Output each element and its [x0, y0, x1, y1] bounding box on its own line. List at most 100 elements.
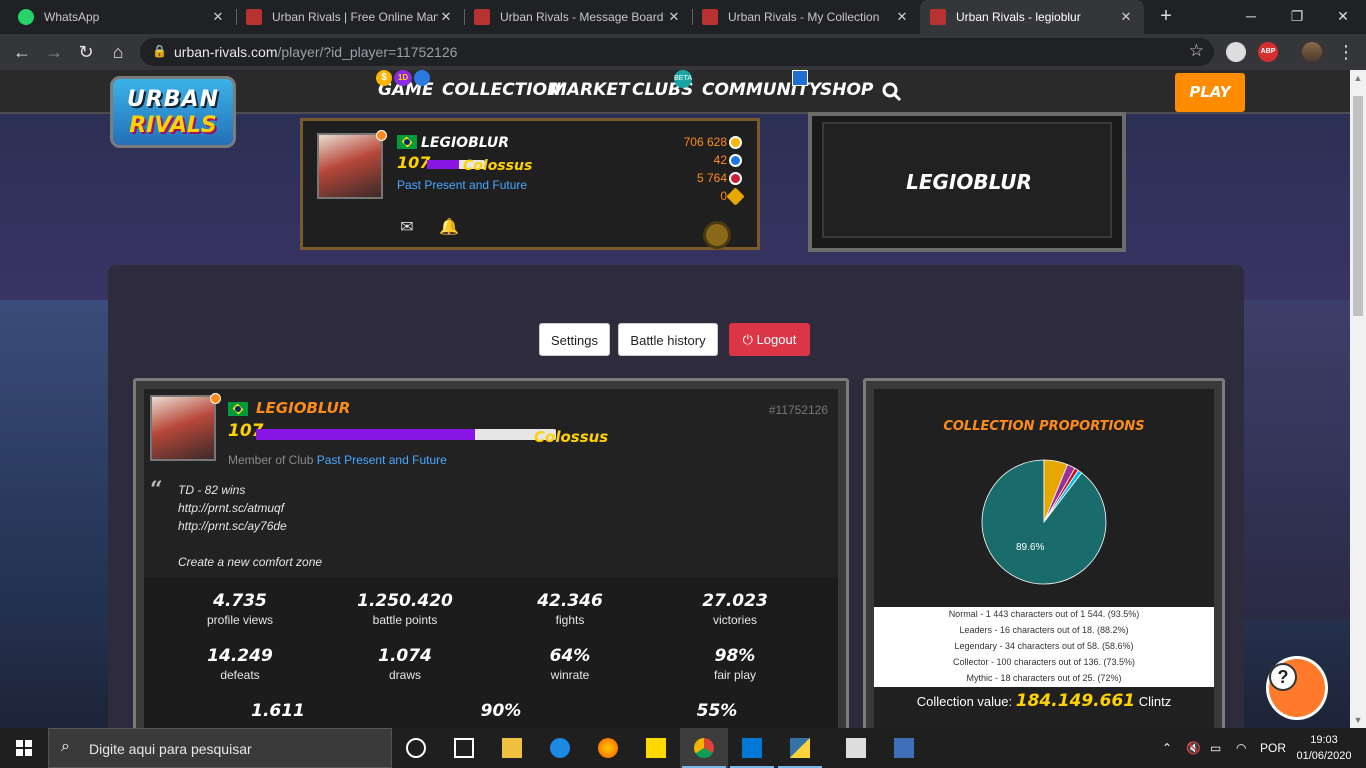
home-button[interactable]: ⌂	[106, 40, 130, 64]
help-assistant-button[interactable]: ?	[1266, 656, 1328, 720]
clock-time: 19:03	[1310, 734, 1338, 746]
reload-button[interactable]: ↻	[74, 40, 98, 64]
tab-title: Urban Rivals - legioblur	[956, 10, 1081, 24]
taskbar-search-box[interactable]: ⌕ Digite aqui para pesquisar	[48, 728, 392, 768]
banner-player-name: LEGIOBLUR	[906, 170, 1032, 194]
file-explorer-icon[interactable]	[488, 728, 536, 768]
page-viewport: GAME COLLECTION MARKET CLUBS COMMUNITY S…	[0, 70, 1350, 728]
battle-history-button[interactable]: Battle history	[618, 323, 718, 356]
address-bar[interactable]: 🔒 urban-rivals.com/player/?id_player=117…	[140, 38, 1214, 66]
clock-date: 01/06/2020	[1296, 750, 1352, 762]
decorative-gear	[703, 221, 731, 249]
scroll-thumb[interactable]	[1353, 96, 1363, 316]
wifi-icon[interactable]: ◠	[1236, 728, 1246, 768]
forward-button[interactable]: →	[42, 40, 66, 64]
vscode-icon[interactable]	[728, 728, 776, 768]
tab-title: Urban Rivals - My Collection	[728, 10, 880, 24]
urban-rivals-logo[interactable]: URBAN RIVALS	[110, 76, 236, 148]
calculator-icon[interactable]	[832, 728, 880, 768]
close-tab-icon[interactable]: ✕	[666, 9, 682, 25]
urban-rivals-favicon	[702, 9, 718, 25]
profile-level-bar	[256, 429, 556, 440]
tokens-amount: 5 764	[696, 171, 727, 185]
remote-desktop-icon[interactable]	[880, 728, 928, 768]
bar-label: Leaders - 16 characters out of 18. (88.2…	[959, 625, 1129, 635]
play-button[interactable]: PLAY	[1175, 73, 1245, 112]
stat-extra-2: 90%	[480, 701, 522, 721]
close-tab-icon[interactable]: ✕	[210, 9, 226, 25]
player-summary-card: LEGIOBLUR 107 Colossus Past Present and …	[300, 118, 760, 250]
profile-name: LEGIOBLUR	[256, 399, 351, 417]
new-tab-button[interactable]: +	[1154, 5, 1178, 29]
tab-title: Urban Rivals | Free Online Man	[272, 10, 438, 24]
settings-button[interactable]: Settings	[539, 323, 610, 356]
bar-label: Normal - 1 443 characters out of 1 544. …	[948, 609, 1140, 619]
close-window-button[interactable]: ✕	[1320, 0, 1366, 34]
level-progress-fill	[427, 160, 459, 169]
player-club-link[interactable]: Past Present and Future	[397, 178, 527, 192]
tab-legioblur[interactable]: Urban Rivals - legioblur ✕	[920, 0, 1144, 34]
minimize-button[interactable]: ─	[1228, 0, 1274, 34]
tab-my-collection[interactable]: Urban Rivals - My Collection ✕	[692, 0, 920, 34]
language-indicator[interactable]: POR	[1260, 728, 1286, 768]
extension-icon[interactable]	[1226, 42, 1246, 62]
maximize-button[interactable]: ❐	[1274, 0, 1320, 34]
search-icon[interactable]	[882, 82, 902, 102]
question-mark-icon: ?	[1269, 663, 1297, 691]
scroll-up-arrow[interactable]: ▲	[1350, 70, 1366, 86]
background-city-right	[1226, 300, 1350, 620]
player-avatar[interactable]	[317, 133, 383, 199]
volume-muted-icon[interactable]: 🔇	[1186, 728, 1201, 768]
sticky-notes-icon[interactable]	[632, 728, 680, 768]
clintz-coin-icon	[729, 136, 742, 149]
urban-rivals-favicon	[474, 9, 490, 25]
back-button[interactable]: ←	[10, 40, 34, 64]
online-status-dot	[210, 393, 221, 404]
value-amount: 184.149.661	[1015, 691, 1136, 711]
logout-button[interactable]: ⏻ Logout	[729, 323, 810, 356]
windows-start-icon[interactable]	[0, 728, 48, 768]
tab-urban-rivals-home[interactable]: Urban Rivals | Free Online Man ✕	[236, 0, 464, 34]
dollar-badge-icon: $	[376, 70, 392, 86]
task-view-icon[interactable]	[440, 728, 488, 768]
bio-line: TD - 82 wins	[178, 483, 246, 497]
player-name[interactable]: LEGIOBLUR	[421, 135, 509, 151]
nav-market[interactable]: MARKET	[550, 80, 630, 100]
bar-label: Legendary - 34 characters out of 58. (58…	[954, 641, 1134, 651]
stat-fights: 42.346 fights	[537, 591, 603, 627]
profile-avatar[interactable]	[1302, 42, 1322, 62]
messages-envelope-icon[interactable]: ✉	[397, 217, 417, 237]
scroll-down-arrow[interactable]: ▼	[1350, 712, 1366, 728]
close-tab-icon[interactable]: ✕	[438, 9, 454, 25]
close-tab-icon[interactable]: ✕	[894, 9, 910, 25]
edge-icon[interactable]	[536, 728, 584, 768]
close-tab-icon[interactable]: ✕	[1118, 9, 1134, 25]
cortana-icon[interactable]	[392, 728, 440, 768]
bookmark-star-icon[interactable]: ☆	[1189, 41, 1204, 61]
notifications-bell-icon[interactable]: 🔔	[439, 217, 459, 237]
show-hidden-icons[interactable]: ⌃	[1162, 728, 1172, 768]
stat-victories: 27.023 victories	[702, 591, 768, 627]
system-clock[interactable]: 19:03 01/06/2020	[1294, 732, 1354, 764]
bar-label: Collector - 100 characters out of 136. (…	[952, 657, 1136, 667]
browser-menu-icon[interactable]: ⋮	[1334, 40, 1358, 64]
club-prefix: Member of Club	[228, 453, 314, 467]
python-app-icon[interactable]	[776, 728, 824, 768]
chrome-icon[interactable]	[680, 728, 728, 768]
tab-title: Urban Rivals - Message Board	[500, 10, 664, 24]
credits-amount: 42	[713, 153, 727, 167]
tab-message-board[interactable]: Urban Rivals - Message Board ✕	[464, 0, 692, 34]
battery-icon[interactable]: ▭	[1210, 728, 1221, 768]
lock-icon: 🔒	[152, 44, 167, 58]
adblock-plus-icon[interactable]: ABP	[1258, 42, 1278, 62]
nav-shop[interactable]: SHOP	[820, 80, 873, 100]
page-scrollbar[interactable]: ▲ ▼	[1350, 70, 1366, 728]
firefox-icon[interactable]	[584, 728, 632, 768]
search-icon: ⌕	[61, 738, 70, 755]
collection-pie-chart: 89.6%	[981, 459, 1107, 585]
player-level: 107	[397, 153, 431, 172]
nav-collection[interactable]: COLLECTION	[442, 80, 561, 100]
tab-whatsapp[interactable]: WhatsApp ✕	[8, 0, 236, 34]
profile-club-link[interactable]: Past Present and Future	[317, 453, 447, 467]
brazil-flag-icon	[228, 402, 248, 416]
